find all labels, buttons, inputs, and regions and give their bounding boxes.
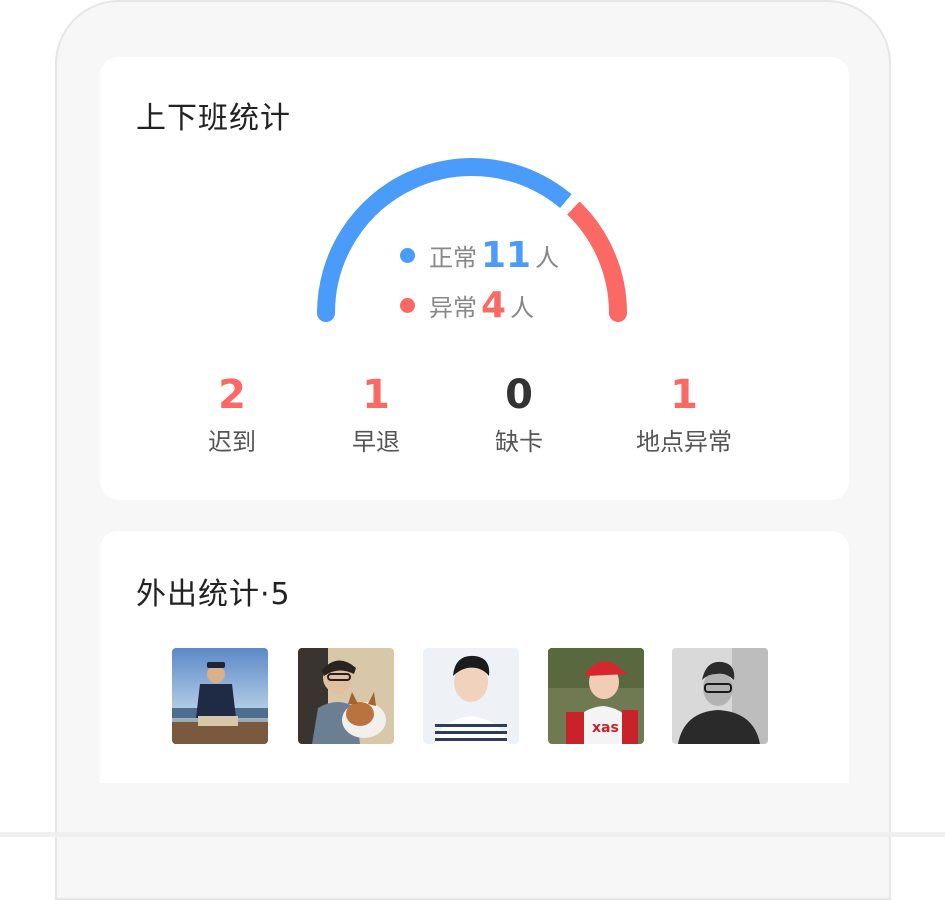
avatar-5[interactable] xyxy=(672,648,768,744)
stat-late[interactable]: 2 迟到 xyxy=(162,372,302,457)
stat-late-label: 迟到 xyxy=(208,428,256,456)
gauge-end-cap xyxy=(609,304,627,322)
attendance-stats: 2 迟到 1 早退 0 缺卡 1 地点异常 xyxy=(100,372,849,462)
legend-normal-count: 11 xyxy=(481,235,532,276)
legend-abnormal-label: 异常 xyxy=(429,294,477,322)
outing-card: 外出统计·5 xas xyxy=(100,531,849,783)
bottom-divider xyxy=(0,832,945,837)
stat-late-value: 2 xyxy=(218,372,246,418)
svg-text:xas: xas xyxy=(592,720,619,736)
attendance-card: 上下班统计 正常 11 人 异常 4 人 2 迟到 1 早退 0 缺卡 1 地点… xyxy=(100,57,849,500)
legend-abnormal-count: 4 xyxy=(481,285,507,326)
stat-location-abnormal-label: 地点异常 xyxy=(636,428,732,456)
legend-abnormal: 异常 4 人 xyxy=(400,285,580,326)
avatar-1[interactable] xyxy=(172,648,268,744)
legend-normal-unit: 人 xyxy=(535,244,560,272)
legend-normal-label: 正常 xyxy=(429,244,477,272)
legend-normal: 正常 11 人 xyxy=(400,235,580,276)
gauge-abnormal-arc xyxy=(567,201,627,314)
gauge-start-cap xyxy=(317,304,335,322)
legend-abnormal-unit: 人 xyxy=(510,294,535,322)
stat-location-abnormal-value: 1 xyxy=(670,372,698,418)
stat-missing-punch[interactable]: 0 缺卡 xyxy=(449,372,589,457)
stat-early-leave-value: 1 xyxy=(362,372,390,418)
stat-early-leave[interactable]: 1 早退 xyxy=(306,372,446,457)
normal-dot-icon xyxy=(400,248,415,263)
avatar-3[interactable] xyxy=(423,648,519,744)
stat-missing-punch-value: 0 xyxy=(505,372,533,418)
stat-early-leave-label: 早退 xyxy=(352,428,400,456)
outing-avatars: xas xyxy=(172,648,772,744)
attendance-title: 上下班统计 xyxy=(136,101,291,136)
avatar-2[interactable] xyxy=(298,648,394,744)
outing-title: 外出统计·5 xyxy=(136,577,291,612)
stat-missing-punch-label: 缺卡 xyxy=(495,428,543,456)
avatar-4[interactable]: xas xyxy=(548,648,644,744)
stat-location-abnormal[interactable]: 1 地点异常 xyxy=(614,372,754,457)
abnormal-dot-icon xyxy=(400,298,415,313)
